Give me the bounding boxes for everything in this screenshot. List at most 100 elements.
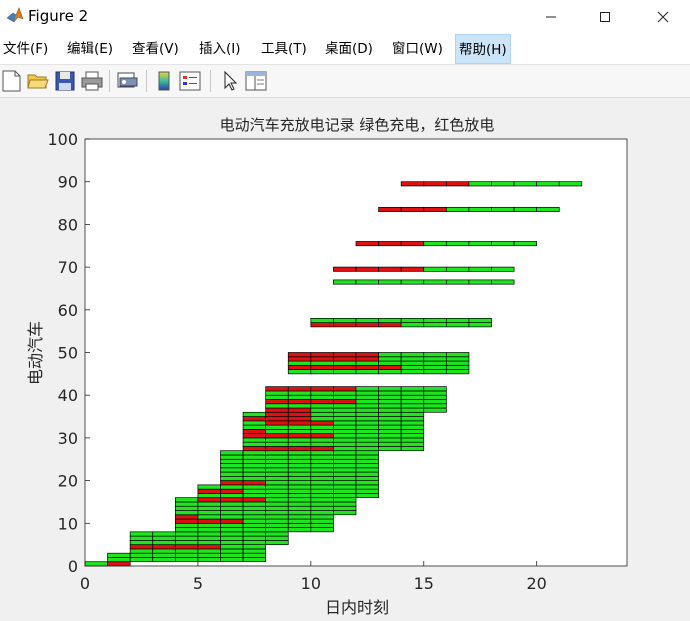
close-icon: [657, 11, 669, 23]
charge-bar: [242, 471, 267, 477]
discharge-bar: [287, 420, 312, 426]
charge-bar: [310, 437, 334, 443]
print-preview-icon[interactable]: [115, 69, 139, 93]
charge-bar: [197, 510, 221, 516]
discharge-bar: [310, 364, 334, 370]
charge-bar: [242, 441, 267, 447]
charge-bar: [310, 416, 334, 422]
charge-bar: [333, 394, 357, 400]
pointer-icon[interactable]: [218, 69, 242, 93]
x-tick-label: 15: [414, 574, 434, 593]
charge-bar: [333, 424, 357, 430]
charge-bar: [310, 390, 334, 396]
charge-bar: [333, 437, 357, 443]
charge-bar: [378, 394, 402, 400]
charge-bar: [310, 493, 334, 499]
charge-bar: [265, 505, 289, 511]
menu-desktop[interactable]: 桌面(D): [322, 34, 376, 64]
charge-bar: [310, 518, 334, 524]
charge-bar: [265, 527, 289, 533]
menu-view[interactable]: 查看(V): [129, 34, 182, 64]
charge-bar: [242, 475, 267, 481]
charge-bar: [287, 403, 312, 409]
charge-bar: [333, 390, 357, 396]
y-tick-label: 90: [58, 173, 78, 192]
charge-bar: [242, 437, 267, 443]
charge-bar: [333, 450, 357, 456]
discharge-bar: [355, 356, 379, 362]
charge-bar: [400, 369, 425, 375]
charge-bar: [242, 535, 267, 541]
charge-bar: [310, 407, 334, 413]
charge-bar: [310, 454, 334, 460]
charge-bar: [468, 241, 492, 247]
charge-bar: [242, 463, 267, 469]
colorbar-icon[interactable]: [152, 69, 176, 93]
print-icon[interactable]: [80, 69, 104, 93]
charge-bar: [310, 471, 334, 477]
menu-window[interactable]: 窗口(W): [389, 34, 446, 64]
charge-bar: [197, 540, 221, 546]
discharge-bar: [310, 446, 334, 452]
charge-bar: [400, 386, 425, 392]
discharge-bar: [333, 266, 357, 272]
charge-bar: [355, 463, 379, 469]
discharge-bar: [400, 206, 425, 212]
charge-bar: [333, 510, 357, 516]
discharge-bar: [378, 266, 402, 272]
discharge-bar: [242, 480, 267, 486]
charge-bar: [265, 488, 289, 494]
charge-bar: [242, 411, 267, 417]
charge-bar: [242, 501, 267, 507]
charge-bar: [129, 552, 154, 558]
discharge-bar: [242, 497, 267, 503]
minimize-button[interactable]: [528, 0, 574, 34]
menu-help[interactable]: 帮助(H): [455, 34, 511, 64]
open-file-icon[interactable]: [26, 69, 50, 93]
charge-bar: [287, 488, 312, 494]
discharge-bar: [355, 241, 379, 247]
charge-bar: [220, 484, 244, 490]
menu-edit[interactable]: 编辑(E): [64, 34, 116, 64]
maximize-button[interactable]: [582, 0, 628, 34]
charge-bar: [242, 510, 267, 516]
charge-bar: [265, 480, 289, 486]
menu-insert[interactable]: 插入(I): [196, 34, 244, 64]
charge-bar: [355, 416, 379, 422]
charge-bar: [220, 475, 244, 481]
discharge-bar: [423, 181, 447, 187]
charge-bar: [400, 411, 425, 417]
charge-bar: [265, 467, 289, 473]
charge-bar: [423, 407, 447, 413]
charge-bar: [333, 463, 357, 469]
charge-bar: [242, 424, 267, 430]
charge-bar: [287, 429, 312, 434]
charge-bar: [400, 416, 425, 422]
charge-bar: [355, 407, 379, 413]
discharge-bar: [265, 411, 289, 417]
charge-bar: [287, 505, 312, 511]
discharge-bar: [310, 322, 334, 328]
toolbar-separator: [210, 70, 211, 92]
charge-bar: [333, 497, 357, 503]
charge-bar: [265, 424, 289, 430]
close-button[interactable]: [640, 0, 686, 34]
charge-bar: [242, 540, 267, 546]
property-inspector-icon[interactable]: [244, 69, 268, 93]
charge-bar: [197, 484, 221, 490]
menu-tools[interactable]: 工具(T): [258, 34, 310, 64]
charge-bar: [378, 403, 402, 409]
charge-bar: [355, 386, 379, 392]
charge-bar: [536, 181, 560, 187]
discharge-bar: [333, 364, 357, 370]
charge-bar: [333, 407, 357, 413]
new-figure-icon[interactable]: [0, 69, 24, 93]
menu-file[interactable]: 文件(F): [0, 34, 51, 64]
legend-icon[interactable]: [178, 69, 202, 93]
charge-bar: [355, 437, 379, 443]
charge-bar: [400, 317, 425, 323]
charge-bar: [242, 522, 267, 528]
discharge-bar: [265, 407, 289, 413]
charge-bar: [265, 403, 289, 409]
save-icon[interactable]: [53, 69, 77, 93]
